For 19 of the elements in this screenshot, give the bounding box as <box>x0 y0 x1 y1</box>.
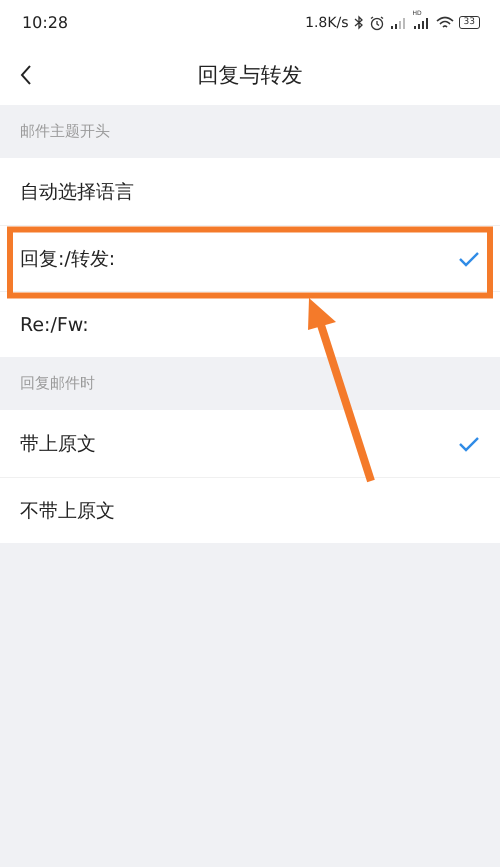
page-title: 回复与转发 <box>198 62 302 89</box>
option-row[interactable]: 回复:/转发: <box>0 226 500 292</box>
option-row[interactable]: 带上原文 <box>0 410 500 478</box>
status-time: 10:28 <box>22 13 68 32</box>
network-speed: 1.8K/s <box>305 14 349 30</box>
checkmark-icon <box>458 250 480 266</box>
option-row[interactable]: 自动选择语言 <box>0 158 500 226</box>
back-icon <box>20 64 32 86</box>
option-row[interactable]: 不带上原文 <box>0 478 500 543</box>
bluetooth-icon <box>354 15 364 30</box>
section-header: 邮件主题开头 <box>19 121 111 142</box>
section-header: 回复邮件时 <box>19 373 96 394</box>
signal-icon <box>412 16 431 28</box>
battery-indicator: 33 <box>458 16 480 29</box>
alarm-icon <box>368 14 385 30</box>
signal-icon <box>390 16 408 28</box>
wifi-icon <box>436 16 454 30</box>
option-row[interactable]: Re:/Fw: <box>0 292 500 357</box>
checkmark-icon <box>458 436 480 452</box>
